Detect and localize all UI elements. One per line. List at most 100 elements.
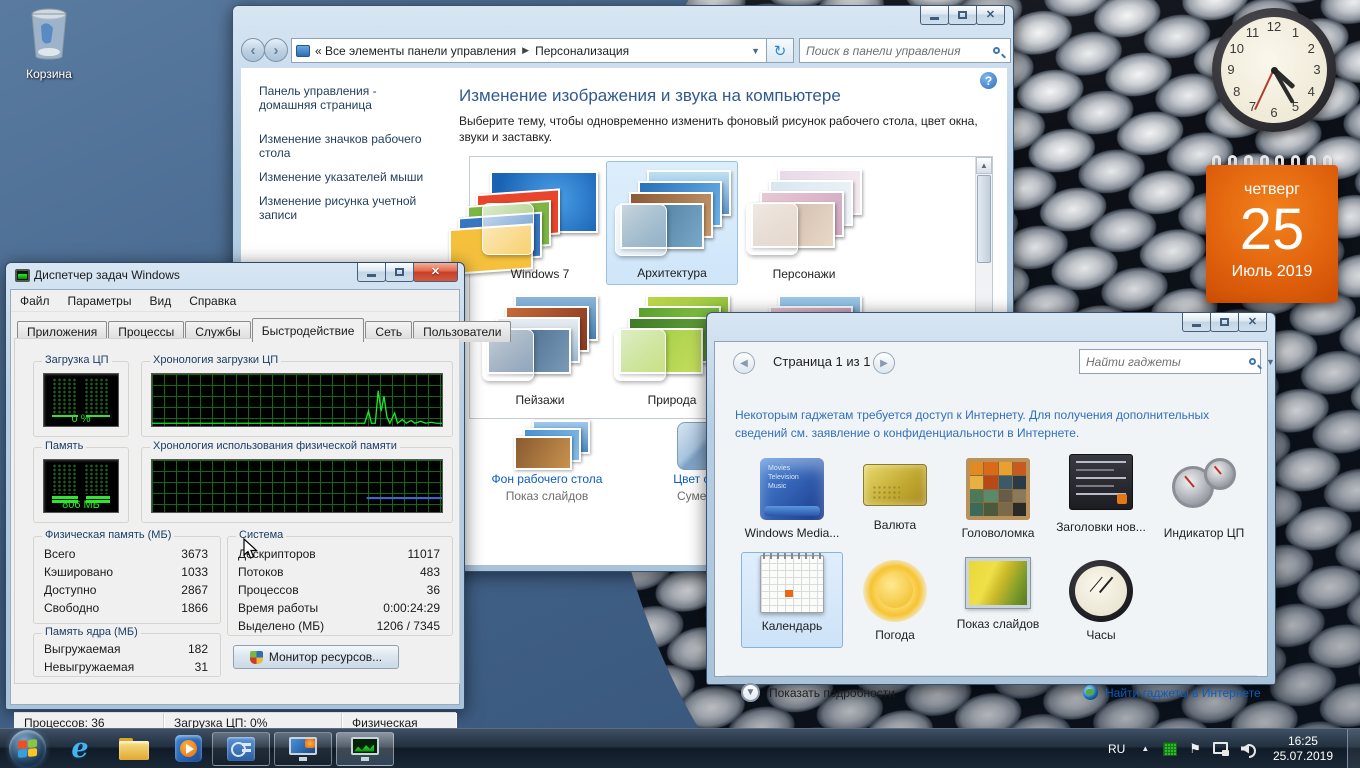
clock-center-pin: [1271, 67, 1278, 74]
minimize-button[interactable]: [1182, 313, 1211, 332]
search-input[interactable]: [800, 44, 993, 58]
page-title: Изменение изображения и звука на компьют…: [459, 86, 841, 106]
theme-landscapes[interactable]: Пейзажи: [474, 287, 606, 411]
find-gadgets-online-link[interactable]: Найти гаджеты в Интернете: [1105, 686, 1261, 700]
sidebar-home-link[interactable]: Панель управления - домашняя страница: [259, 84, 434, 112]
chevron-down-icon[interactable]: ▼: [741, 683, 760, 702]
sidebar-link-mouse-pointers[interactable]: Изменение указателей мыши: [259, 170, 439, 184]
clock-icon: [1069, 560, 1133, 622]
personalization-monitor-icon: [289, 737, 317, 761]
gadget-puzzle[interactable]: Головоломка: [947, 450, 1049, 540]
resource-monitor-button[interactable]: Монитор ресурсов...: [233, 645, 399, 669]
taskbar-media-player[interactable]: [168, 731, 208, 767]
cpu-history-graph: [151, 373, 443, 427]
windows-flag-icon: [542, 188, 560, 205]
gadget-calendar[interactable]: Календарь: [741, 552, 843, 648]
taskbar-personalization-button[interactable]: [274, 732, 332, 766]
theme-windows7[interactable]: Windows 7: [474, 161, 606, 285]
gadget-weather[interactable]: Погода: [844, 552, 946, 642]
address-bar[interactable]: « Все элементы панели управления ▶ Персо…: [291, 38, 767, 63]
previous-page-icon[interactable]: ◀: [733, 352, 755, 374]
taskbar-task-manager-button[interactable]: [336, 732, 394, 766]
theme-architecture[interactable]: Архитектура: [606, 161, 738, 285]
show-desktop-button[interactable]: [1347, 729, 1360, 768]
taskbar: e RU ▲ ⚑ 16:25 25.07.2019: [0, 728, 1360, 768]
gadget-search-input[interactable]: [1080, 355, 1249, 369]
close-button[interactable]: ✕: [976, 6, 1005, 25]
language-indicator[interactable]: RU: [1100, 742, 1133, 756]
taskbar-control-panel-button[interactable]: [212, 732, 270, 766]
gadget-clock[interactable]: Часы: [1050, 552, 1152, 642]
calendar-day: 25: [1206, 201, 1338, 259]
close-button[interactable]: ✕: [1238, 313, 1267, 332]
scrollbar-thumb[interactable]: [977, 175, 991, 263]
sidebar-link-account-picture[interactable]: Изменение рисунка учетной записи: [259, 194, 439, 222]
news-icon: [1069, 454, 1133, 510]
control-panel-search[interactable]: [799, 38, 1011, 63]
memory-gauge-group: Память 806 МБ: [33, 447, 129, 523]
menu-file[interactable]: Файл: [11, 294, 59, 308]
gadget-currency[interactable]: Валюта: [844, 450, 946, 532]
scroll-up-icon[interactable]: ▲: [976, 157, 992, 174]
close-button[interactable]: ✕: [413, 263, 458, 282]
windows-media-icon: Movies Television Music: [760, 458, 824, 520]
volume-icon[interactable]: [1241, 742, 1257, 756]
show-hidden-icons[interactable]: ▲: [1133, 744, 1157, 753]
minimize-button[interactable]: [920, 6, 949, 25]
gadget-slideshow[interactable]: Показ слайдов: [947, 552, 1049, 631]
show-details-link[interactable]: Показать подробности: [769, 686, 895, 700]
forward-button[interactable]: ›: [264, 38, 288, 62]
next-page-icon[interactable]: ▶: [873, 352, 895, 374]
cpu-meter-icon: [1172, 458, 1236, 520]
mouse-cursor: [243, 538, 260, 560]
address-dropdown-icon[interactable]: ▼: [751, 46, 760, 56]
task-manager-window: Диспетчер задач Windows ✕ Файл Параметры…: [5, 262, 465, 710]
search-dropdown-icon[interactable]: ▼: [1266, 357, 1275, 367]
network-icon[interactable]: [1213, 742, 1229, 756]
start-button[interactable]: [9, 730, 46, 767]
minimize-button[interactable]: [357, 263, 386, 282]
tab-performance[interactable]: Быстродействие: [252, 318, 365, 342]
gadget-gallery-window: ✕ ◀ Страница 1 из 1 ▶ ▼ Некоторым гаджет…: [706, 312, 1276, 685]
calendar-gadget[interactable]: четверг 25 Июль 2019: [1206, 155, 1338, 303]
desktop-background-control[interactable]: Фон рабочего стола Показ слайдов: [477, 420, 617, 503]
gadget-cpu-meter[interactable]: Индикатор ЦП: [1153, 450, 1255, 540]
menu-view[interactable]: Вид: [140, 294, 180, 308]
menu-options[interactable]: Параметры: [59, 294, 141, 308]
action-center-flag-icon[interactable]: ⚑: [1183, 741, 1207, 757]
cpu-meter-tray-icon[interactable]: [1163, 742, 1177, 756]
maximize-button[interactable]: [948, 6, 977, 25]
info-text-line2: сведений см. заявление о конфиденциально…: [735, 426, 1079, 440]
gadget-windows-media[interactable]: Movies Television Music Windows Media...: [741, 450, 843, 540]
theme-characters[interactable]: Персонажи: [738, 161, 870, 285]
taskbar-explorer[interactable]: [114, 731, 154, 767]
memory-gauge: 806 МБ: [43, 459, 119, 513]
breadcrumb-root[interactable]: Все элементы панели управления: [325, 44, 516, 58]
calendar-icon: [760, 555, 824, 613]
search-icon[interactable]: [993, 47, 1000, 54]
desktop-background-thumbnail: [504, 420, 590, 472]
task-manager-icon: [15, 269, 30, 282]
help-icon[interactable]: ?: [980, 72, 997, 89]
search-icon[interactable]: [1249, 358, 1256, 365]
theme-architecture-preview: [615, 170, 731, 256]
taskbar-clock[interactable]: 16:25 25.07.2019: [1263, 734, 1343, 764]
puzzle-icon: [966, 458, 1030, 520]
back-button[interactable]: ‹: [241, 38, 265, 62]
glass-square-icon: [615, 204, 667, 256]
gadget-gallery-body: ◀ Страница 1 из 1 ▶ ▼ Некоторым гаджетам…: [714, 341, 1268, 677]
navigation-bar: ‹ › « Все элементы панели управления ▶ П…: [233, 34, 1013, 68]
refresh-button[interactable]: ↻: [767, 38, 794, 63]
footer-divider: [725, 675, 1257, 676]
clock-gadget[interactable]: 121234567891011: [1212, 8, 1336, 132]
maximize-button[interactable]: [385, 263, 414, 282]
taskbar-internet-explorer[interactable]: e: [60, 731, 100, 767]
sidebar-link-desktop-icons[interactable]: Изменение значков рабочего стола: [259, 132, 439, 160]
gadget-search[interactable]: ▼: [1079, 349, 1261, 374]
menu-help[interactable]: Справка: [180, 294, 245, 308]
breadcrumb-current[interactable]: Персонализация: [535, 44, 629, 58]
maximize-button[interactable]: [1210, 313, 1239, 332]
glass-square-icon: [482, 203, 534, 255]
gadget-news-headlines[interactable]: Заголовки нов...: [1050, 450, 1152, 534]
recycle-bin[interactable]: Корзина: [14, 8, 84, 81]
